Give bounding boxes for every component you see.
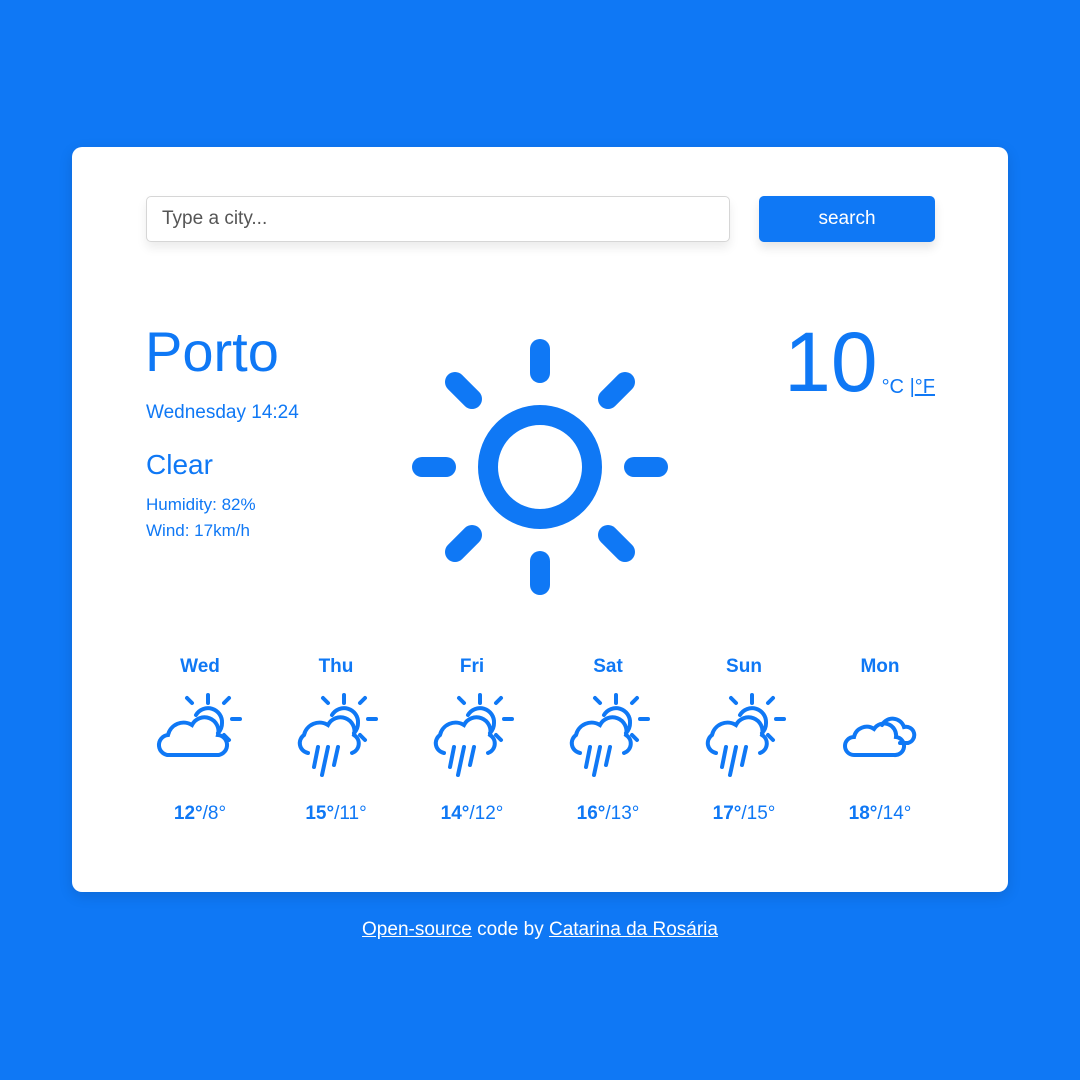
sun-icon bbox=[412, 339, 668, 595]
rain-sun-icon bbox=[297, 693, 378, 777]
current-temperature: 10 bbox=[784, 315, 878, 409]
fahrenheit-unit: °F bbox=[914, 375, 935, 398]
forecast-temps: 17°/15° bbox=[713, 803, 776, 825]
weather-card: search Porto Wednesday 14:24 Clear Humid… bbox=[72, 147, 1008, 892]
forecast-max: 15° bbox=[305, 803, 335, 824]
forecast-min: /11° bbox=[334, 803, 367, 824]
fahrenheit-link[interactable]: |°F bbox=[910, 376, 935, 398]
current-datetime: Wednesday 14:24 bbox=[146, 402, 299, 423]
forecast-temps: 15°/11° bbox=[305, 803, 366, 825]
wind-text: Wind: 17km/h bbox=[146, 521, 250, 540]
forecast-day-name: Wed bbox=[180, 656, 220, 677]
forecast-max: 12° bbox=[173, 803, 203, 824]
temperature-block: 10 °C |°F bbox=[784, 315, 935, 409]
forecast-max: 18° bbox=[848, 803, 878, 824]
cloudy-icon bbox=[843, 716, 917, 758]
humidity-text: Humidity: 82% bbox=[146, 495, 256, 514]
forecast-day: Sat 16°/13° bbox=[540, 655, 676, 825]
celsius-unit[interactable]: °C bbox=[882, 376, 904, 398]
forecast-temps: 18°/14° bbox=[849, 803, 912, 825]
forecast-min: /8° bbox=[202, 803, 227, 824]
forecast-temps: 14°/12° bbox=[441, 803, 504, 825]
forecast-min: /14° bbox=[877, 803, 912, 824]
author-link[interactable]: Catarina da Rosária bbox=[549, 919, 718, 940]
city-search-input[interactable] bbox=[146, 196, 730, 242]
forecast-min: /13° bbox=[605, 803, 640, 824]
forecast-temps: 12°/8° bbox=[174, 803, 226, 825]
forecast-day-name: Thu bbox=[318, 656, 354, 677]
forecast-max: 16° bbox=[576, 803, 606, 824]
weather-description: Clear bbox=[146, 449, 213, 480]
forecast-day: Wed 12°/8° bbox=[132, 655, 268, 825]
rain-sun-icon bbox=[433, 693, 514, 777]
forecast-temps: 16°/13° bbox=[577, 803, 640, 825]
forecast-day: Fri 14°/12° bbox=[404, 655, 540, 825]
forecast-day-name: Fri bbox=[459, 656, 485, 677]
rain-sun-icon bbox=[569, 693, 650, 777]
forecast-row: Wed 12°/8° Thu 15°/11° Fri 14°/12° Sat 1… bbox=[132, 655, 948, 825]
search-button[interactable]: search bbox=[759, 196, 935, 242]
open-source-link[interactable]: Open-source bbox=[362, 919, 472, 940]
forecast-day: Mon 18°/14° bbox=[812, 655, 948, 825]
search-form: search bbox=[146, 196, 935, 242]
unit-toggle: °C |°F bbox=[882, 376, 935, 399]
forecast-day: Sun 17°/15° bbox=[676, 655, 812, 825]
rain-sun-icon bbox=[705, 693, 786, 777]
forecast-max: 14° bbox=[440, 803, 470, 824]
forecast-day-name: Sat bbox=[593, 656, 623, 677]
forecast-day-name: Sun bbox=[726, 656, 762, 677]
city-name: Porto bbox=[145, 320, 279, 383]
partly-cloudy-icon bbox=[157, 693, 242, 758]
forecast-min: /15° bbox=[741, 803, 776, 824]
forecast-day-name: Mon bbox=[860, 656, 900, 677]
footer: Open-source code by Catarina da Rosária bbox=[0, 919, 1080, 941]
forecast-day: Thu 15°/11° bbox=[268, 655, 404, 825]
forecast-max: 17° bbox=[712, 803, 742, 824]
footer-text: code by bbox=[471, 919, 549, 940]
forecast-min: /12° bbox=[469, 803, 504, 824]
